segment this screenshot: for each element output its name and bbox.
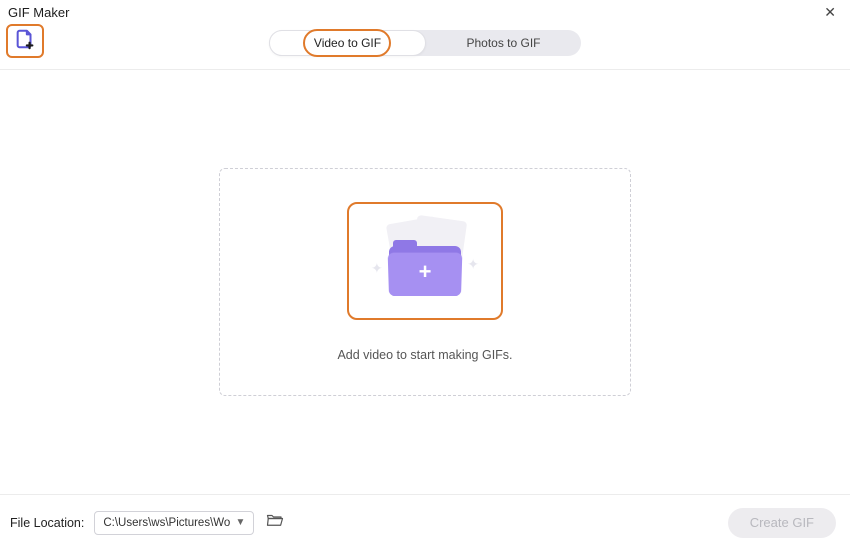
create-gif-label: Create GIF — [750, 515, 814, 530]
file-location-value: C:\Users\ws\Pictures\Wonders — [103, 517, 231, 529]
mode-tabs: Video to GIF Photos to GIF — [269, 30, 581, 56]
toolbar: Video to GIF Photos to GIF — [0, 22, 850, 70]
dropzone: ✦ ✦ + Add video to start making GIFs. — [219, 168, 631, 396]
close-icon[interactable]: ✕ — [820, 3, 840, 21]
folder-icon: + — [389, 246, 461, 296]
file-location-label: File Location: — [10, 516, 84, 530]
add-file-icon — [14, 28, 36, 55]
file-location-group: File Location: C:\Users\ws\Pictures\Wond… — [10, 511, 286, 535]
tab-label: Photos to GIF — [466, 36, 540, 50]
tab-label: Video to GIF — [314, 36, 381, 50]
plus-icon: + — [419, 261, 432, 283]
tab-photos-to-gif[interactable]: Photos to GIF — [426, 30, 581, 56]
bottom-bar: File Location: C:\Users\ws\Pictures\Wond… — [0, 494, 850, 550]
folder-open-icon — [266, 512, 284, 533]
add-video-dropzone[interactable]: ✦ ✦ + — [347, 202, 503, 320]
file-location-select[interactable]: C:\Users\ws\Pictures\Wonders ▼ — [94, 511, 254, 535]
sparkle-icon: ✦ — [467, 256, 479, 273]
dropzone-hint: Add video to start making GIFs. — [337, 348, 512, 362]
browse-folder-button[interactable] — [264, 513, 286, 533]
main-area: ✦ ✦ + Add video to start making GIFs. — [0, 70, 850, 494]
chevron-down-icon: ▼ — [235, 517, 245, 528]
app-window: GIF Maker ✕ Video to GIF Photos to — [0, 0, 850, 550]
add-media-button[interactable] — [6, 24, 44, 58]
sparkle-icon: ✦ — [371, 260, 383, 277]
title-bar: GIF Maker ✕ — [0, 0, 850, 22]
window-title: GIF Maker — [8, 5, 69, 20]
tab-video-to-gif[interactable]: Video to GIF — [269, 30, 426, 56]
create-gif-button[interactable]: Create GIF — [728, 508, 836, 538]
